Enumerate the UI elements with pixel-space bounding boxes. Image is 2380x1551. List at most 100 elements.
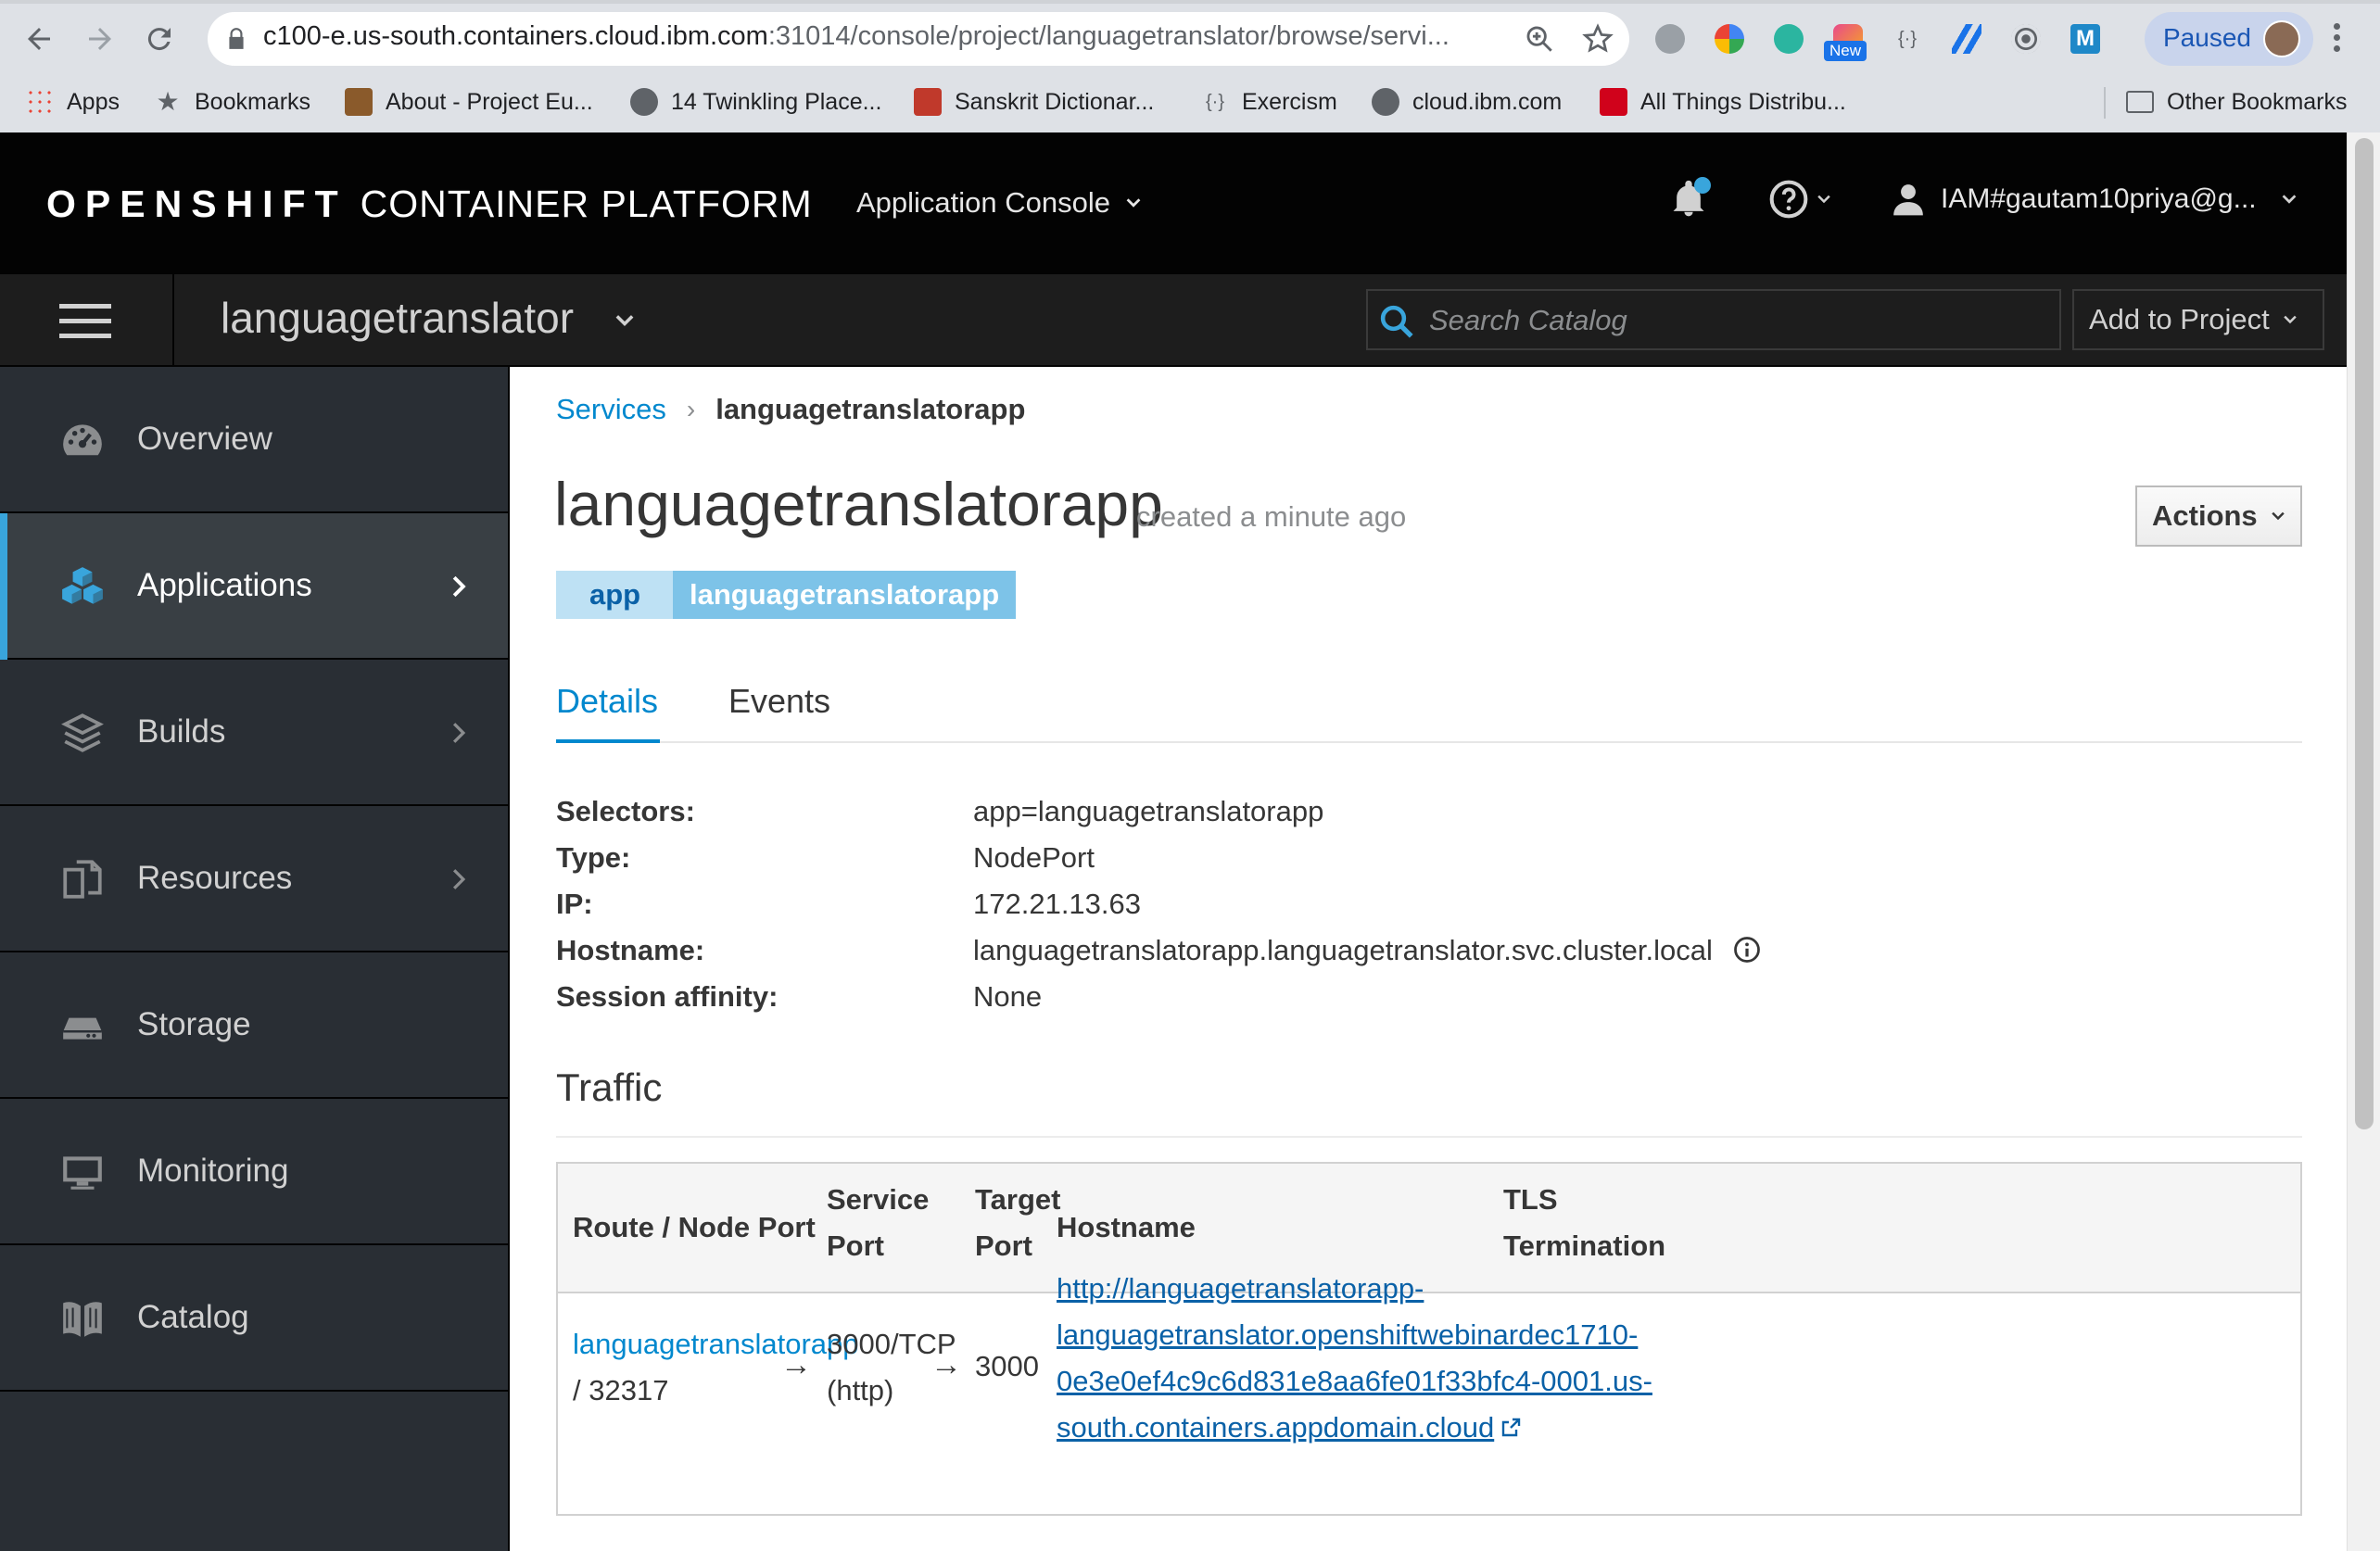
breadcrumb: Services › languagetranslatorapp xyxy=(556,393,1025,426)
details-list: Selectors: app=languagetranslatorapp Typ… xyxy=(556,795,1946,1027)
bookmark-sanskrit[interactable]: Sanskrit Dictionar... xyxy=(914,83,1154,120)
sidebar-item-storage[interactable]: Storage xyxy=(0,952,508,1099)
zoom-icon[interactable] xyxy=(1524,23,1555,55)
tab-details[interactable]: Details xyxy=(556,682,660,743)
breadcrumb-services-link[interactable]: Services xyxy=(556,393,666,426)
label-value-badge[interactable]: languagetranslatorapp xyxy=(673,571,1017,619)
reload-button[interactable] xyxy=(133,13,185,65)
sidebar-item-resources[interactable]: Resources xyxy=(0,806,508,952)
apps-grid-icon xyxy=(26,88,54,116)
sidebar: Overview Applications Builds Resources S… xyxy=(0,367,510,1551)
traffic-heading: Traffic xyxy=(556,1066,663,1109)
sidebar-item-applications[interactable]: Applications xyxy=(0,513,508,660)
hamburger-menu-icon[interactable] xyxy=(0,274,174,367)
divider xyxy=(556,1136,2302,1138)
extension-m-icon[interactable] xyxy=(1774,24,1804,54)
masthead: OPENSHIFT CONTAINER PLATFORM Application … xyxy=(0,132,2347,274)
col-tls-termination: TLS Termination xyxy=(1503,1183,1666,1262)
scrollbar-thumb[interactable] xyxy=(2355,138,2374,1129)
avatar xyxy=(2263,20,2300,57)
hostname-value: languagetranslatorapp.languagetranslator… xyxy=(973,934,1713,966)
sidebar-item-overview[interactable]: Overview xyxy=(0,367,508,513)
col-target-port: Target Port xyxy=(975,1183,1061,1262)
chevron-right-icon xyxy=(452,575,466,598)
sidebar-item-catalog[interactable]: Catalog xyxy=(0,1245,508,1392)
detail-row-ip: IP: 172.21.13.63 xyxy=(556,888,1142,920)
browser-menu-icon[interactable] xyxy=(2332,20,2341,57)
bookmark-project-euler[interactable]: About - Project Eu... xyxy=(345,83,593,120)
bookmark-star-icon[interactable] xyxy=(1581,22,1614,56)
bookmark-other[interactable]: Other Bookmarks xyxy=(2126,83,2348,120)
page-title: languagetranslatorapp xyxy=(554,470,1163,538)
bookmark-bookmarks[interactable]: ★ Bookmarks xyxy=(154,83,310,120)
cubes-icon xyxy=(62,567,103,604)
sanskrit-icon xyxy=(914,88,942,116)
tab-bar: Details Events xyxy=(556,682,2302,743)
info-icon[interactable] xyxy=(1733,936,1761,964)
bookmark-apps[interactable]: Apps xyxy=(26,83,120,120)
extension-braces-icon[interactable]: {·} xyxy=(1893,24,1922,54)
chevron-down-icon xyxy=(2282,195,2297,204)
col-route-node-port: Route / Node Port xyxy=(573,1211,816,1243)
scrollbar[interactable] xyxy=(2347,132,2380,1551)
extension-gear-icon[interactable] xyxy=(1655,24,1685,54)
back-button[interactable] xyxy=(13,13,65,65)
lock-icon xyxy=(229,28,244,49)
traffic-table: Route / Node Port Service Port Target Port… xyxy=(556,1162,2302,1516)
bookmark-all-things-distributed[interactable]: All Things Distribu... xyxy=(1600,83,1846,120)
brand-logo[interactable]: OPENSHIFT CONTAINER PLATFORM xyxy=(46,183,813,226)
forward-button[interactable] xyxy=(74,13,126,65)
help-icon xyxy=(1769,180,1808,219)
breadcrumb-separator-icon: › xyxy=(686,395,696,423)
arrow-right-icon: → xyxy=(930,1347,962,1382)
add-to-project-button[interactable]: Add to Project xyxy=(2072,289,2324,350)
folder-icon xyxy=(2126,91,2154,113)
chevron-right-icon xyxy=(452,723,466,743)
target-port-cell: 3000 xyxy=(975,1350,1039,1382)
tab-events[interactable]: Events xyxy=(728,682,830,743)
bookmark-exercism[interactable]: {·} Exercism xyxy=(1201,83,1337,120)
chevron-right-icon xyxy=(452,869,466,889)
label-key-badge[interactable]: app xyxy=(556,571,675,619)
help-menu[interactable] xyxy=(1768,177,1839,221)
application-console-dropdown[interactable]: Application Console xyxy=(856,186,1144,220)
sidebar-item-builds[interactable]: Builds xyxy=(0,660,508,806)
detail-row-type: Type: NodePort xyxy=(556,841,1095,874)
extension-new-badge: New xyxy=(1824,41,1867,61)
extension-slash-icon[interactable] xyxy=(1952,24,1981,54)
detail-row-session-affinity: Session affinity: None xyxy=(556,980,1043,1013)
layers-icon xyxy=(61,713,104,752)
project-euler-icon xyxy=(345,88,373,116)
chevron-down-icon[interactable] xyxy=(612,308,638,334)
url-text: c100-e.us-south.containers.cloud.ibm.com… xyxy=(263,21,1450,51)
extension-chrome-icon[interactable] xyxy=(1715,24,1744,54)
breadcrumb-current: languagetranslatorapp xyxy=(715,393,1026,425)
user-menu[interactable]: IAM#gautam10priya@g... xyxy=(1891,177,2299,221)
detail-row-selectors: Selectors: app=languagetranslatorapp xyxy=(556,795,1324,827)
main-content: Services › languagetranslatorapp languag… xyxy=(512,367,2347,1551)
globe-icon xyxy=(1372,88,1399,116)
project-selector[interactable]: languagetranslator xyxy=(221,293,574,343)
chevron-down-icon xyxy=(1817,195,1830,204)
book-icon xyxy=(63,1302,102,1337)
bookmark-cloud-ibm[interactable]: cloud.ibm.com xyxy=(1372,83,1562,120)
col-service-port: Service Port xyxy=(827,1183,930,1262)
user-icon xyxy=(1893,184,1923,216)
route-link[interactable]: languagetranslatorapp xyxy=(573,1321,859,1368)
exercism-icon: {·} xyxy=(1205,92,1225,112)
route-cell: languagetranslatorapp / 32317 xyxy=(573,1321,859,1414)
forward-arrow-icon xyxy=(89,28,111,50)
bookmark-twinkling-place[interactable]: 14 Twinkling Place... xyxy=(630,83,881,120)
created-timestamp: created a minute ago xyxy=(1136,500,1407,533)
sidebar-item-monitoring[interactable]: Monitoring xyxy=(0,1099,508,1245)
monitor-icon xyxy=(63,1156,102,1190)
profile-paused-button[interactable]: Paused xyxy=(2145,12,2313,66)
actions-dropdown-button[interactable]: Actions xyxy=(2135,485,2302,547)
hostname-link[interactable]: http://languagetranslatorapp- languagetr… xyxy=(1057,1266,1652,1451)
node-port: / 32317 xyxy=(573,1374,669,1406)
extension-m-square-icon[interactable]: M xyxy=(2070,24,2100,54)
search-catalog-input[interactable]: Search Catalog xyxy=(1366,289,2061,350)
extension-target-icon[interactable] xyxy=(2011,24,2041,54)
arrow-right-icon: → xyxy=(780,1347,812,1382)
address-bar[interactable]: c100-e.us-south.containers.cloud.ibm.com… xyxy=(208,12,1629,66)
